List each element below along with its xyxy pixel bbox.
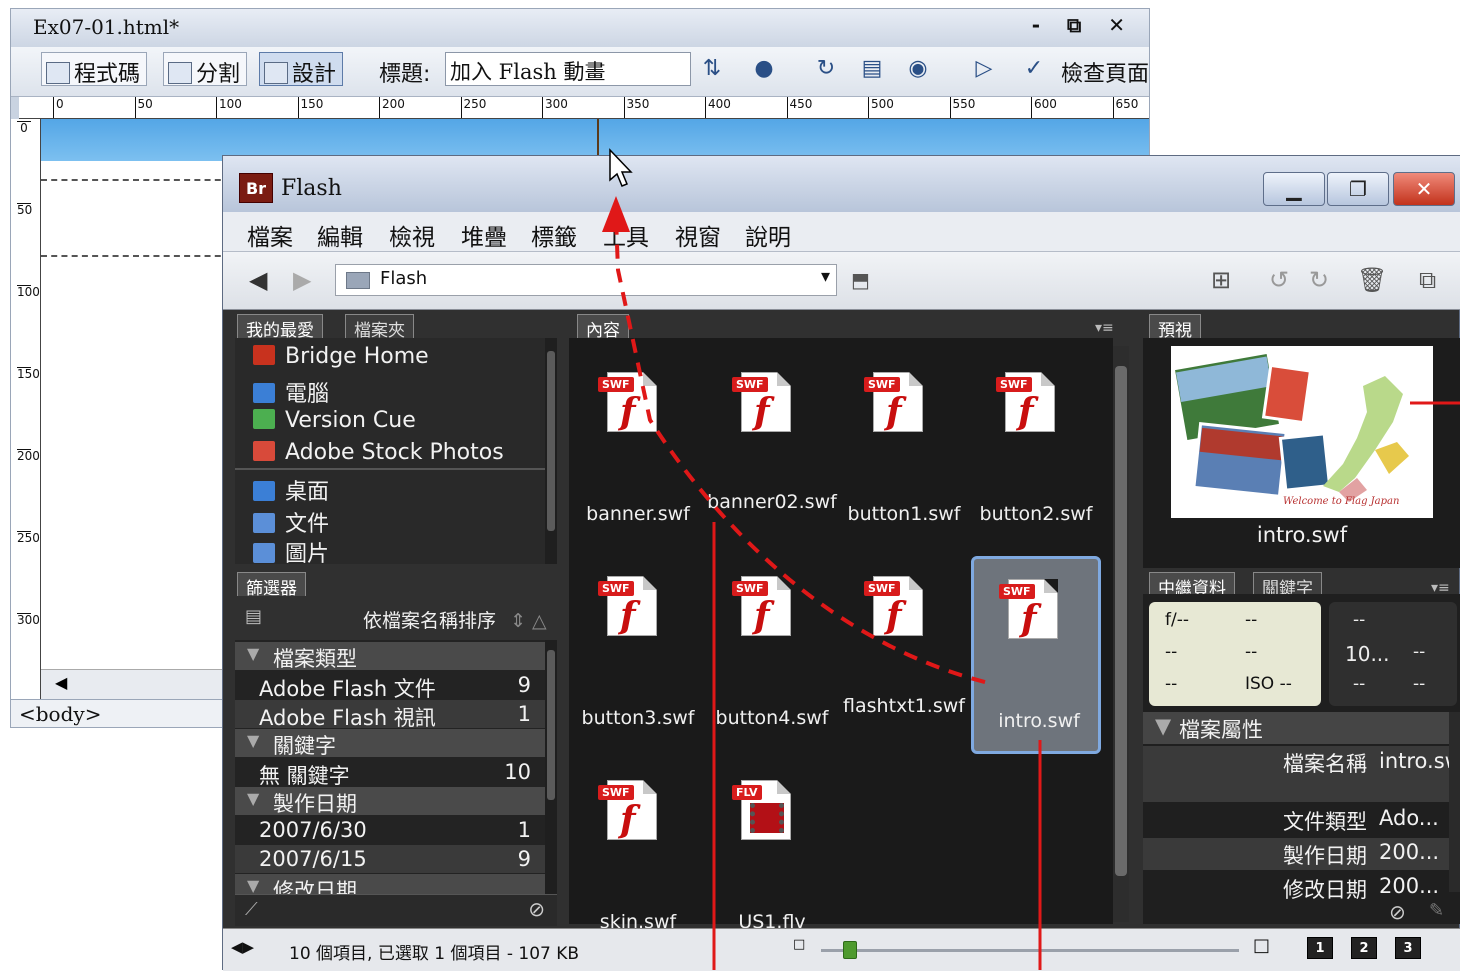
arrow-head <box>602 196 630 232</box>
drag-path-dashed <box>614 217 986 684</box>
mouse-cursor-icon <box>609 148 633 187</box>
drag-annotation <box>602 148 1460 970</box>
